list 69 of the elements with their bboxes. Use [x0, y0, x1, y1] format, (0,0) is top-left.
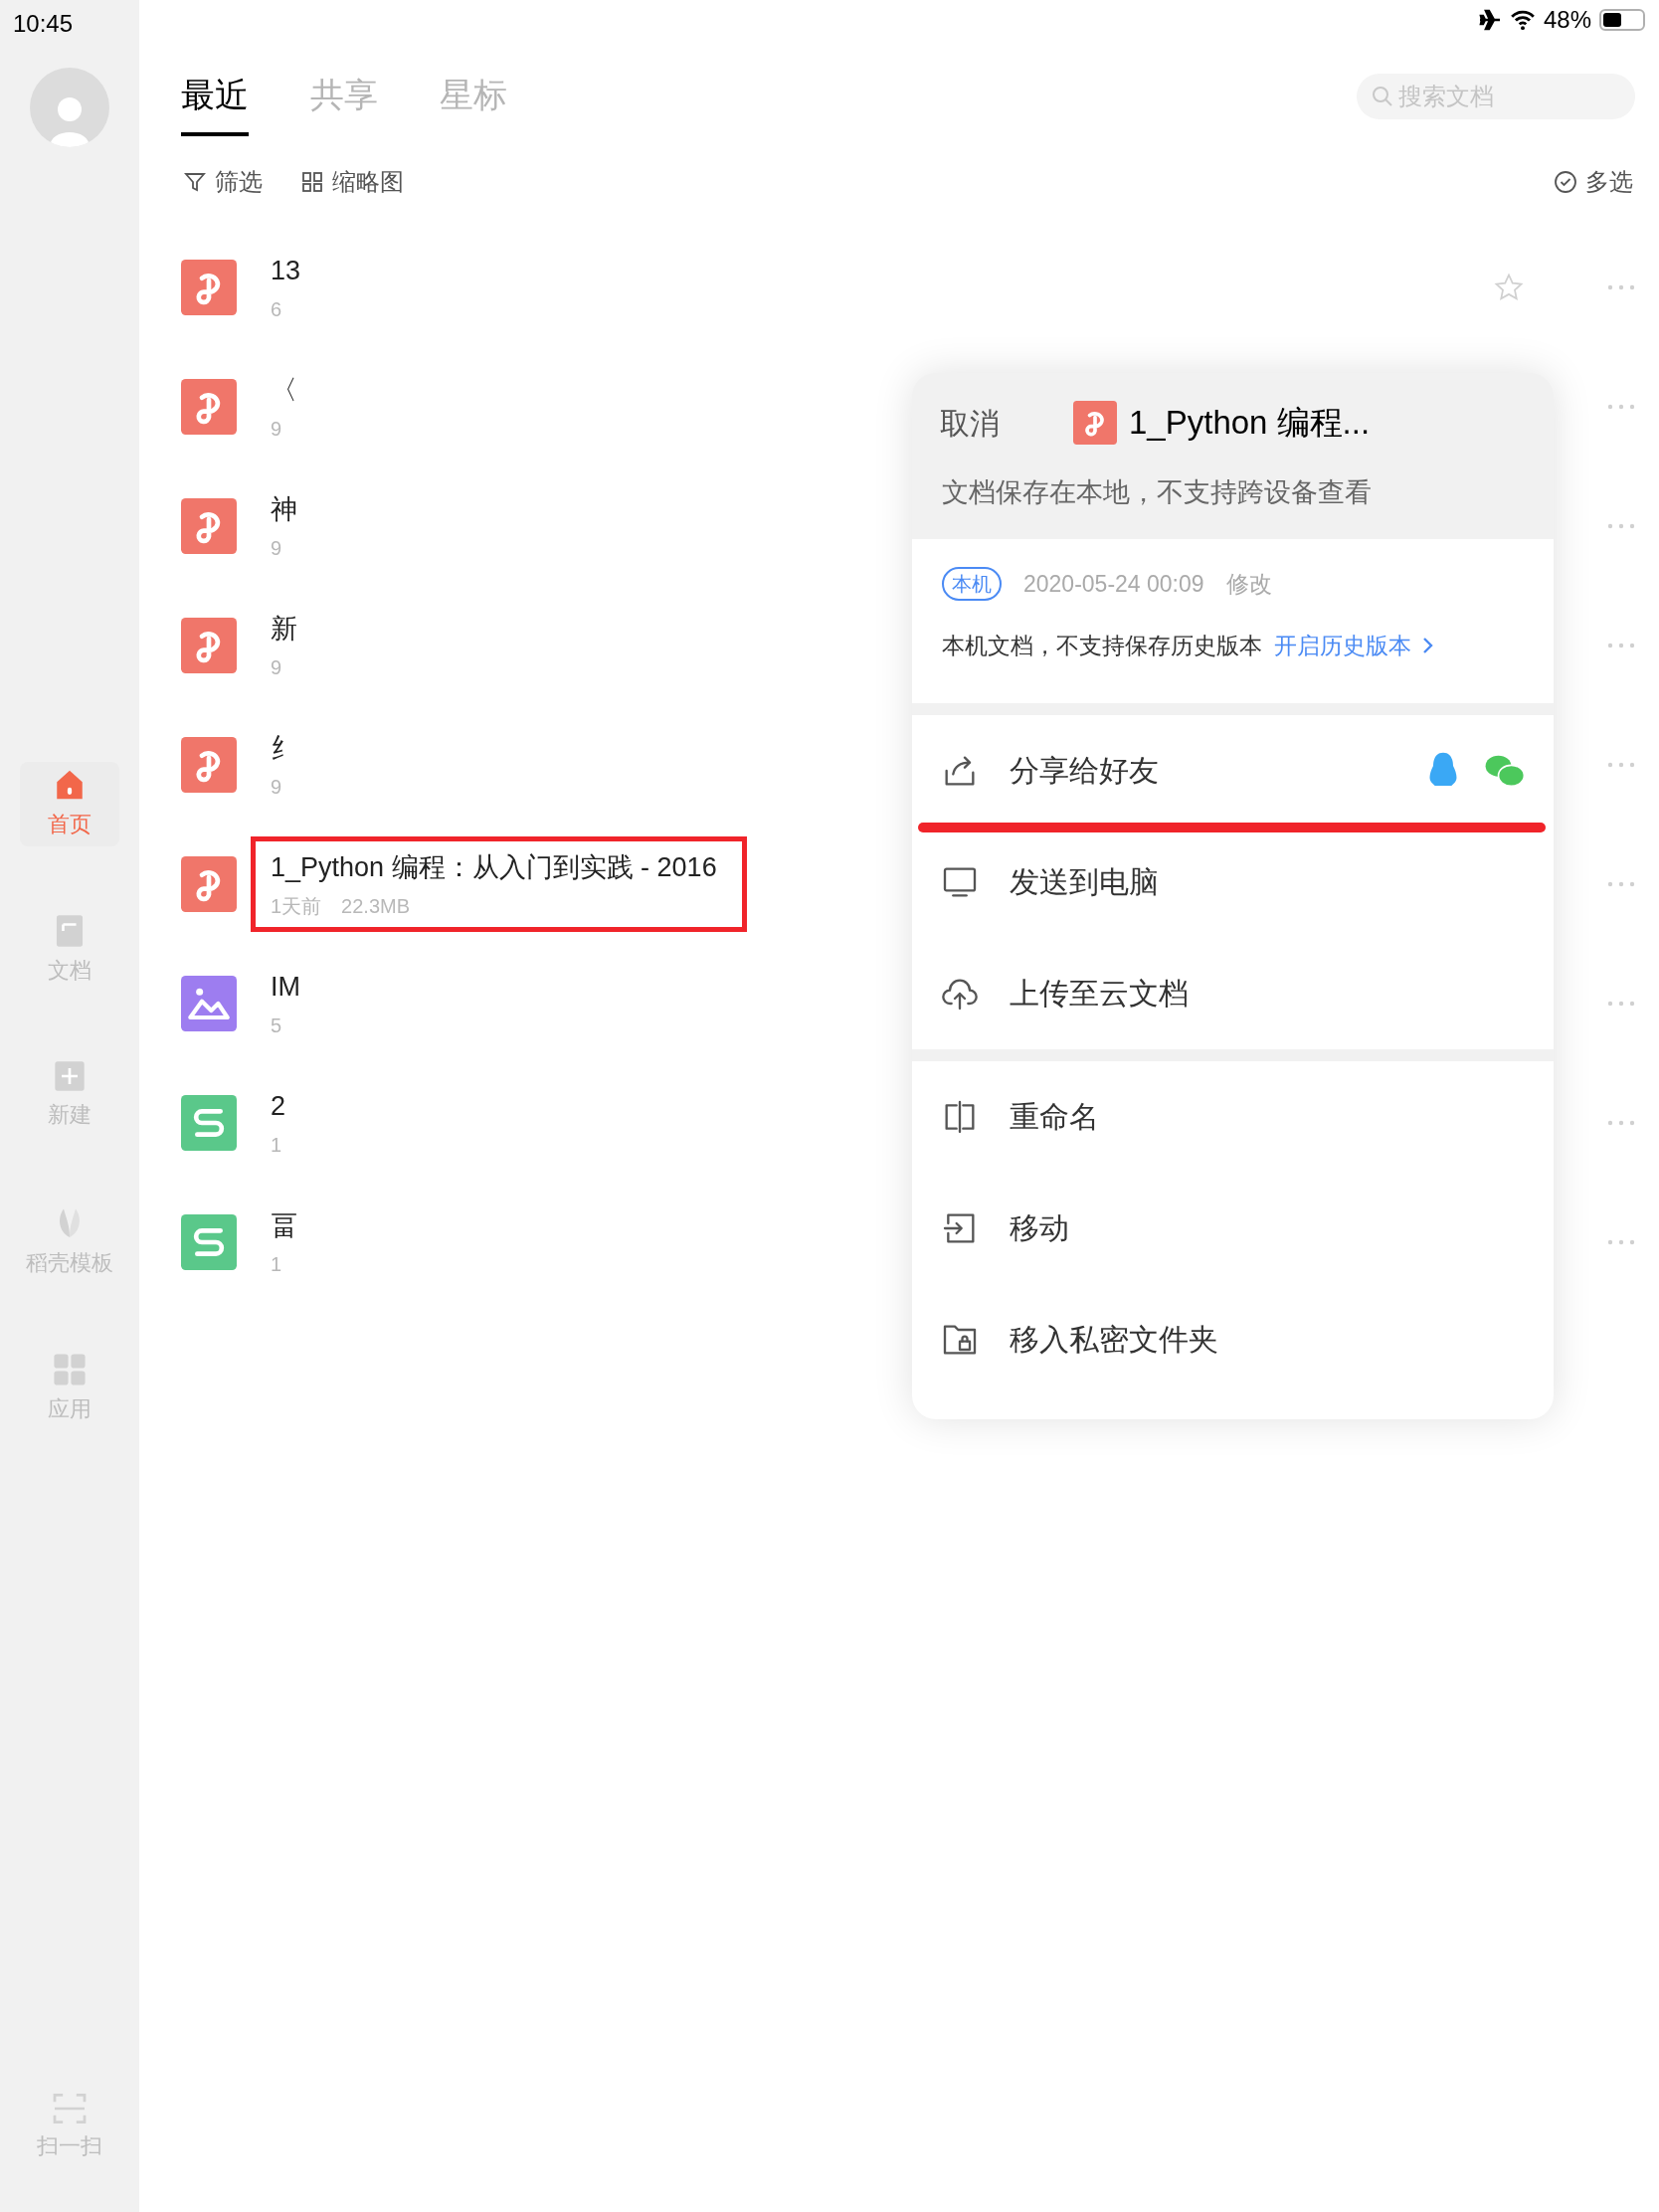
history-note: 本机文档，不支持保存历史版本: [942, 632, 1262, 660]
file-title: 新: [271, 612, 297, 645]
pdf-file-icon: [1073, 401, 1117, 445]
file-title: 神: [271, 492, 297, 526]
cancel-button[interactable]: 取消: [940, 400, 1000, 446]
file-title: 13: [271, 254, 301, 287]
menu-item[interactable]: 重命名: [912, 1060, 1554, 1173]
history-link[interactable]: 开启历史版本: [1274, 629, 1435, 663]
storage-notice: 文档保存在本地，不支持跨设备查看: [941, 476, 1373, 509]
airplane-icon: [1477, 8, 1502, 32]
menu-item[interactable]: 上传至云文档: [912, 937, 1554, 1049]
more-icon[interactable]: [1607, 881, 1635, 887]
menu-item[interactable]: 移动: [912, 1172, 1554, 1284]
more-icon[interactable]: [1607, 643, 1635, 648]
grid-icon: [300, 170, 324, 194]
pdf-file-icon: [181, 618, 237, 673]
menu-item[interactable]: 移入私密文件夹: [912, 1283, 1554, 1395]
filter-button[interactable]: 筛选: [183, 164, 263, 200]
grid-icon: [53, 1353, 87, 1386]
file-meta: 1: [271, 1252, 283, 1278]
modified-label: 修改: [1225, 569, 1272, 599]
pdf-file-icon: [181, 856, 237, 912]
scan-icon: [53, 2094, 87, 2123]
battery-icon: [1599, 9, 1645, 31]
plus-icon: [54, 1060, 86, 1092]
file-title: 〈: [271, 373, 297, 407]
more-icon[interactable]: [1607, 404, 1635, 410]
menu-item[interactable]: 发送到电脑: [912, 826, 1554, 938]
more-icon[interactable]: [1607, 284, 1635, 290]
search-icon: [1371, 85, 1394, 108]
multiselect-button[interactable]: 多选: [1554, 164, 1633, 200]
status-time: 10:45: [13, 9, 74, 39]
file-meta: 9: [271, 655, 283, 681]
more-icon[interactable]: [1607, 1001, 1635, 1007]
file-meta: 5: [271, 1014, 283, 1039]
tab[interactable]: 最近: [181, 70, 249, 136]
battery-percent: 48%: [1543, 5, 1591, 35]
file-meta: 6: [271, 297, 283, 323]
pdf-file-icon: [181, 737, 237, 793]
file-meta: 1: [271, 1133, 283, 1159]
file-title: 纟: [271, 731, 297, 765]
more-icon[interactable]: [1607, 1120, 1635, 1126]
pdf-file-icon: [181, 260, 237, 315]
thumbnail-button[interactable]: 缩略图: [300, 164, 404, 200]
modified-date: 2020-05-24 00:09: [1023, 569, 1204, 599]
check-circle-icon: [1554, 170, 1577, 194]
file-meta: 9: [271, 775, 283, 801]
sheet-file-icon: [181, 1095, 237, 1151]
wifi-icon: [1509, 9, 1536, 31]
file-title: 1_Python 编程：从入门到实践 - 2016: [271, 850, 717, 884]
star-icon[interactable]: [1494, 273, 1524, 302]
image-file-icon: [181, 976, 237, 1031]
more-icon[interactable]: [1607, 762, 1635, 768]
pdf-file-icon: [181, 498, 237, 554]
file-meta: 9: [271, 536, 283, 562]
document-icon: [54, 914, 86, 948]
file-meta: 1天前 22.3MB: [271, 894, 412, 920]
pdf-file-icon: [181, 379, 237, 435]
menu-item[interactable]: 分享给好友: [912, 714, 1554, 827]
more-icon[interactable]: [1607, 1239, 1635, 1245]
file-title: 2: [271, 1089, 286, 1123]
file-title: IM: [271, 970, 300, 1004]
funnel-icon: [183, 170, 207, 194]
file-meta: 9: [271, 417, 283, 443]
more-icon[interactable]: [1607, 523, 1635, 529]
panel-title: 1_Python 编程...: [1129, 403, 1371, 444]
local-tag: 本机: [942, 566, 1002, 601]
file-title: 畐: [271, 1208, 297, 1242]
sheet-file-icon: [181, 1214, 237, 1270]
